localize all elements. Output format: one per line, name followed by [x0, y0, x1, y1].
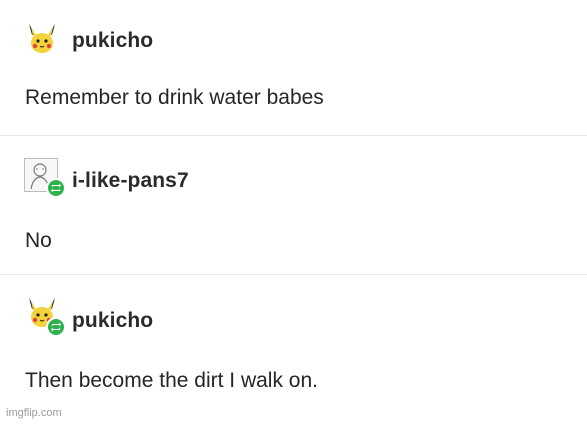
post-3: pukicho Then become the dirt I walk on.: [0, 275, 587, 410]
post-1: pukicho Remember to drink water babes: [0, 0, 587, 135]
username[interactable]: pukicho: [72, 309, 153, 333]
reblog-icon: [46, 317, 66, 337]
post-text: Then become the dirt I walk on.: [25, 369, 318, 392]
post-text: Remember to drink water babes: [25, 86, 324, 109]
watermark: imgflip.com: [6, 407, 62, 419]
post-text: No: [25, 229, 52, 252]
pikachu-avatar-icon[interactable]: [25, 22, 59, 56]
reblog-icon: [46, 178, 66, 198]
username[interactable]: pukicho: [72, 29, 153, 53]
username[interactable]: i-like-pans7: [72, 169, 189, 193]
post-2: i-like-pans7 No: [0, 136, 587, 274]
